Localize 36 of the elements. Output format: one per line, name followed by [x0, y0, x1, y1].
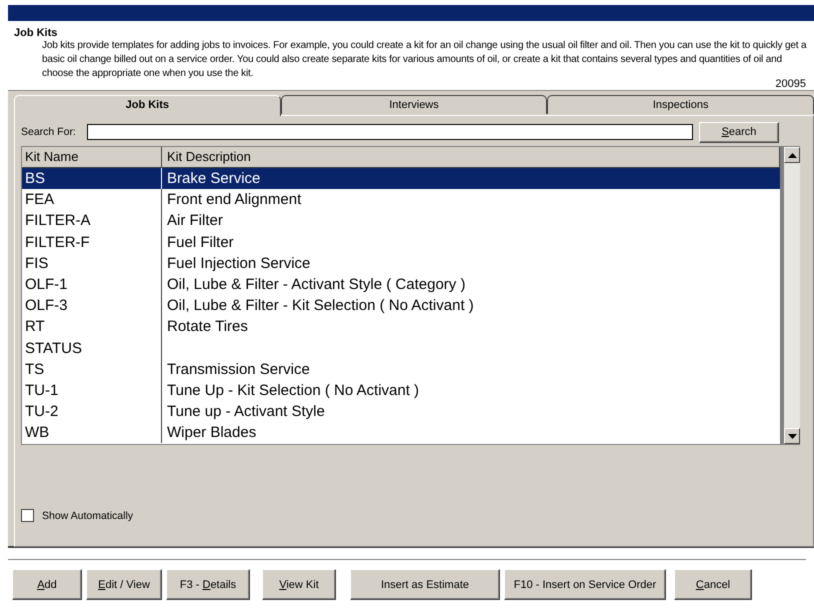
action-button[interactable]: F3 - Details: [166, 569, 250, 600]
form-code: 20095: [775, 78, 806, 90]
kit-description-cell: Tune up - Activant Style: [167, 403, 325, 420]
kit-description-cell: Wiper Blades: [167, 424, 256, 442]
kit-description-cell: Air Filter: [167, 212, 223, 230]
kit-description-cell: Fuel Filter: [167, 234, 234, 251]
kit-name-cell: WB: [22, 422, 162, 444]
tab[interactable]: Inspections: [547, 95, 814, 114]
kit-description-cell: Oil, Lube & Filter - Activant Style ( Category ): [167, 276, 466, 293]
tab[interactable]: Interviews: [280, 95, 548, 114]
kit-description-cell: Fuel Injection Service: [167, 254, 310, 272]
action-button[interactable]: Edit / View: [86, 569, 162, 600]
scrollbar[interactable]: [780, 147, 800, 444]
checkbox-label[interactable]: Show Automatically: [42, 510, 134, 522]
column-header[interactable]: Kit Name: [22, 147, 162, 167]
search-button[interactable]: Search: [699, 122, 779, 142]
tab[interactable]: Job Kits: [14, 95, 281, 116]
kit-description-cell: Brake Service: [167, 170, 260, 187]
action-button[interactable]: Add: [12, 569, 82, 600]
section-title: Job Kits: [14, 27, 58, 39]
kit-description-cell: Front end Alignment: [167, 191, 302, 208]
search-field[interactable]: [87, 124, 693, 140]
description-text: Job kits provide templates for adding jobs to invoices. For example, you could create a kit for an oil change using the usual oil filter and oil. Then you can use the kit to quickly get a basic oil change billed out on a service order. You could also create separate kits for various amounts of oil, or create a kit that contains several types and quantities of oil and choose the appropriate one when you use the kit.: [41, 39, 808, 79]
kit-description-cell: Oil, Lube & Filter - Kit Selection ( No Activant ): [167, 297, 474, 314]
table-row[interactable]: BS Brake Service: [22, 168, 780, 190]
search-label: Search For:: [21, 126, 77, 138]
action-button[interactable]: View Kit: [262, 569, 336, 600]
kit-description-cell: Transmission Service: [167, 360, 310, 378]
kit-description-cell: Rotate Tires: [167, 318, 248, 336]
scroll-up-icon[interactable]: [784, 147, 800, 163]
action-button[interactable]: Insert as Estimate: [350, 569, 500, 600]
kit-description-cell: Tune Up - Kit Selection ( No Activant ): [167, 382, 420, 399]
action-button[interactable]: F10 - Insert on Service Order: [504, 569, 666, 600]
checkbox[interactable]: [21, 509, 34, 522]
scroll-down-icon[interactable]: [784, 428, 800, 444]
action-button[interactable]: Cancel: [674, 569, 752, 600]
